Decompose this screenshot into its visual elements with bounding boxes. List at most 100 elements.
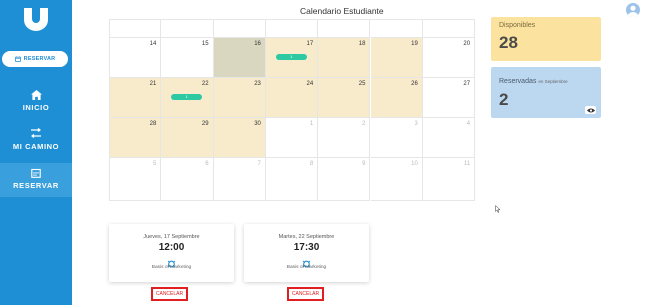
calendar-day[interactable]: 20 (422, 38, 476, 78)
booking-course: Basis of Marketing (286, 265, 327, 270)
app-logo-icon (24, 6, 48, 31)
cancel-booking-button[interactable]: CANCELAR (151, 287, 188, 301)
view-reservations-button[interactable] (585, 106, 596, 114)
user-avatar[interactable] (626, 3, 640, 17)
reserve-button[interactable]: RESERVAR (2, 51, 68, 67)
page-title: Calendario Estudiante (300, 6, 384, 16)
calendar-icon (31, 168, 41, 178)
calendar-day[interactable]: 25 (318, 78, 371, 118)
day-number: 14 (149, 41, 157, 47)
day-number: 30 (254, 121, 261, 127)
calendar-day[interactable]: 24 (265, 78, 319, 118)
day-number: 26 (411, 81, 418, 87)
calendar-day[interactable]: 22 1 (161, 78, 214, 118)
calendar-day (109, 19, 162, 38)
app-root: RESERVAR INICIO MI CAMINO RESERVAR Calen… (0, 0, 666, 305)
day-number: 21 (149, 81, 157, 87)
reserved-count: 2 (499, 90, 509, 109)
event-pill[interactable]: 1 (275, 54, 307, 60)
sidebar-item-reservar[interactable]: RESERVAR (0, 163, 72, 197)
available-count: 28 (499, 33, 518, 52)
cancel-booking-button[interactable]: CANCELAR (287, 287, 324, 301)
calendar-day[interactable]: 14 (109, 38, 162, 78)
mouse-cursor-icon (495, 205, 501, 213)
calendar-day[interactable]: 30 (213, 118, 266, 158)
calendar-day[interactable]: 1 (265, 118, 319, 158)
day-number: 29 (201, 121, 209, 127)
calendar-day[interactable]: 26 (370, 78, 423, 118)
day-number: 15 (201, 41, 209, 47)
day-number: 7 (257, 161, 261, 167)
available-card: Disponibles 28 (491, 17, 601, 61)
calendar-day[interactable]: 4 (422, 118, 476, 158)
course-icon-wrap (109, 255, 234, 268)
sidebar-item-mi-camino[interactable]: MI CAMINO (0, 128, 72, 154)
day-number: 17 (306, 41, 314, 47)
eye-icon (586, 108, 595, 112)
sidebar: RESERVAR INICIO MI CAMINO RESERVAR (0, 0, 72, 305)
day-number: 27 (463, 81, 471, 87)
day-number: 19 (411, 41, 418, 47)
day-number: 3 (414, 121, 418, 127)
calendar-day[interactable]: 17 1 (265, 38, 319, 78)
course-icon-wrap (244, 255, 369, 268)
calendar-icon (14, 56, 21, 62)
sidebar-item-inicio[interactable]: INICIO (0, 90, 72, 114)
calendar-grid: 11 10 9 8 7 6 5 4 3 2 1 30 29 28 27 26 25 24 23 22 1 21 20 19 18… (109, 19, 476, 201)
reserved-sublabel: en Septiembre (538, 79, 568, 84)
day-number: 6 (205, 161, 209, 167)
available-label: Disponibles (499, 22, 536, 29)
day-number: 4 (466, 121, 471, 127)
calendar-day (265, 19, 319, 38)
calendar-day[interactable]: 9 (318, 158, 371, 201)
day-number: 22 (201, 81, 209, 87)
calendar-day[interactable]: 3 (370, 118, 423, 158)
booking-card: Martes, 22 Septiembre 17:30 Basis of Mar… (244, 224, 369, 282)
day-number: 10 (411, 161, 418, 167)
calendar-day[interactable]: 18 (318, 38, 371, 78)
calendar-day[interactable]: 7 (213, 158, 266, 201)
sidebar-item-label: RESERVAR (13, 181, 59, 190)
day-number: 16 (254, 41, 261, 47)
day-number: 28 (149, 121, 157, 127)
booking-time: 17:30 (293, 242, 320, 253)
day-number: 1 (309, 121, 314, 127)
booking-card: Jueves, 17 Septiembre 12:00 Basis of Mar… (109, 224, 234, 282)
calendar-day[interactable]: 19 (370, 38, 423, 78)
day-number: 9 (362, 161, 366, 167)
calendar-day (370, 19, 423, 38)
day-number: 5 (152, 161, 157, 167)
calendar-day[interactable]: 5 (109, 158, 162, 201)
calendar-day[interactable]: 10 (370, 158, 423, 201)
calendar-day (422, 19, 476, 38)
calendar-day[interactable]: 16 (213, 38, 266, 78)
day-number: 20 (463, 41, 471, 47)
reserve-button-label: RESERVAR (23, 56, 56, 62)
calendar-day (318, 19, 371, 38)
sidebar-item-label: MI CAMINO (12, 142, 60, 151)
calendar-day[interactable]: 23 (213, 78, 266, 118)
day-number: 2 (362, 121, 366, 127)
calendar-day[interactable]: 11 (422, 158, 476, 201)
reserved-card: Reservadas en Septiembre 2 (491, 67, 601, 118)
reserved-label: Reservadas (499, 78, 537, 85)
day-number: 24 (306, 81, 314, 87)
calendar-day[interactable]: 29 (161, 118, 214, 158)
booking-date: Martes, 22 Septiembre (278, 234, 335, 240)
calendar-day[interactable]: 8 (265, 158, 319, 201)
calendar-day[interactable]: 15 (161, 38, 214, 78)
calendar-day[interactable]: 27 (422, 78, 476, 118)
calendar-day (213, 19, 266, 38)
calendar-day[interactable]: 2 (318, 118, 371, 158)
calendar-day[interactable]: 21 (109, 78, 162, 118)
day-number: 11 (463, 161, 471, 167)
day-number: 8 (309, 161, 314, 167)
home-icon (30, 90, 42, 100)
calendar-day[interactable]: 28 (109, 118, 162, 158)
day-number: 23 (254, 81, 261, 87)
calendar-day[interactable]: 6 (161, 158, 214, 201)
event-pill[interactable]: 1 (171, 94, 203, 100)
booking-date: Jueves, 17 Septiembre (143, 234, 200, 240)
reserved-label-group: Reservadas en Septiembre (499, 78, 568, 85)
route-icon (31, 128, 41, 138)
